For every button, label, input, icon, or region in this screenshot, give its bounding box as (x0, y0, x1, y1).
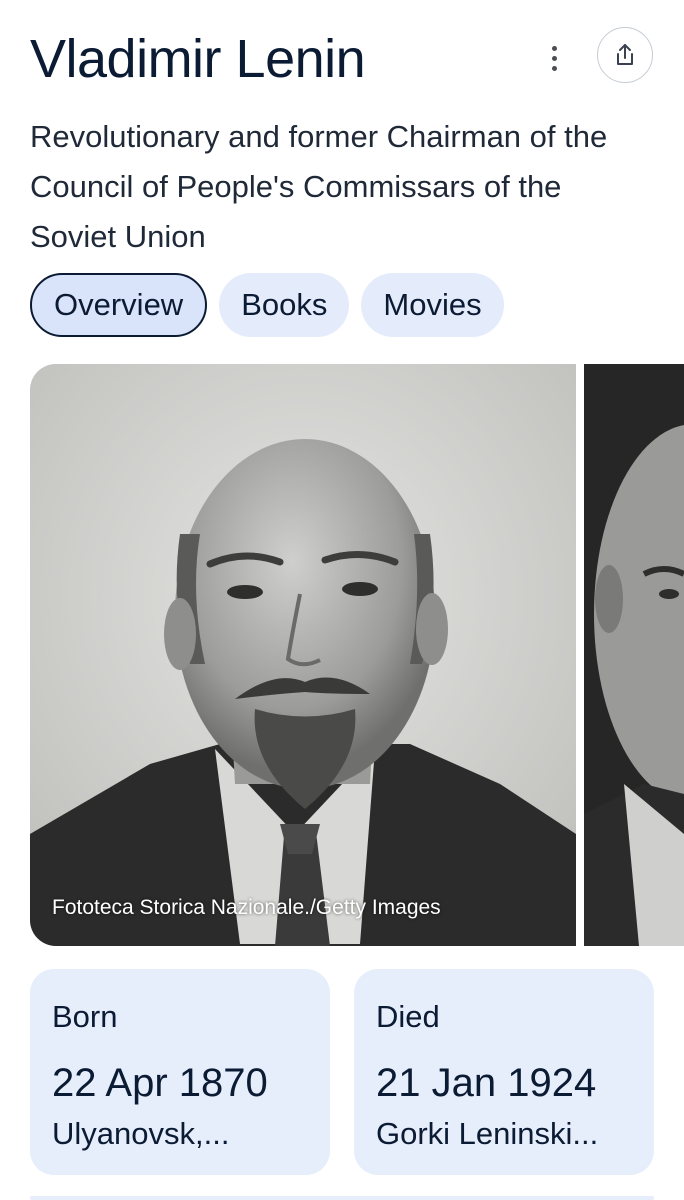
born-date: 22 Apr 1870 (52, 1061, 268, 1105)
share-button[interactable] (597, 27, 653, 83)
main-portrait-image[interactable] (30, 364, 576, 946)
died-fact-card[interactable]: Died 21 Jan 1924 Gorki Leninski... (354, 969, 654, 1175)
portrait-illustration (30, 364, 576, 946)
born-label: Born (52, 999, 118, 1034)
tab-movies[interactable]: Movies (361, 273, 504, 337)
image-credit: Fototeca Storica Nazionale./Getty Images (52, 896, 441, 919)
born-fact-card[interactable]: Born 22 Apr 1870 Ulyanovsk,... (30, 969, 330, 1175)
died-date: 21 Jan 1924 (376, 1061, 597, 1105)
page-title: Vladimir Lenin (30, 29, 366, 89)
secondary-portrait-image[interactable] (584, 364, 684, 946)
share-icon (617, 44, 633, 65)
tab-bar: Overview Books Movies (30, 273, 504, 337)
entity-description: Revolutionary and former Chairman of the… (30, 119, 608, 254)
more-vert-icon (551, 45, 557, 51)
tab-overview[interactable]: Overview (30, 273, 208, 337)
next-card-edge (30, 1196, 654, 1200)
died-place: Gorki Leninski... (376, 1116, 599, 1151)
tab-books[interactable]: Books (219, 273, 350, 337)
secondary-portrait-illustration (584, 364, 684, 946)
born-place: Ulyanovsk,... (52, 1116, 230, 1151)
died-label: Died (376, 999, 440, 1034)
more-options-button[interactable] (536, 40, 572, 76)
